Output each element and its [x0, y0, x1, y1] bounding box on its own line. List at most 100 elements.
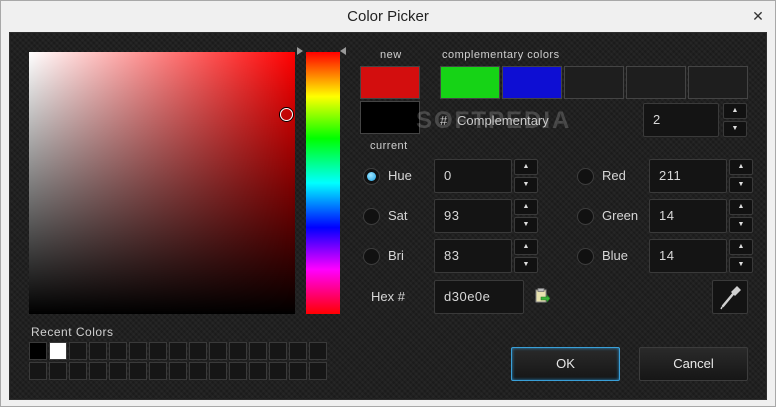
sat-label: Sat: [388, 208, 408, 223]
sat-input[interactable]: 93: [434, 199, 512, 233]
red-radio[interactable]: [577, 168, 594, 185]
recent-color-swatch[interactable]: [149, 362, 167, 380]
sat-up-arrow-icon[interactable]: ▲: [514, 199, 538, 215]
red-label: Red: [602, 168, 626, 183]
green-up-arrow-icon[interactable]: ▲: [729, 199, 753, 215]
complementary-swatch-1[interactable]: [440, 66, 500, 99]
recent-color-swatch[interactable]: [149, 342, 167, 360]
new-label: new: [380, 49, 402, 61]
recent-color-swatch[interactable]: [209, 362, 227, 380]
current-label: current: [370, 140, 408, 152]
complementary-hash: #: [440, 113, 448, 128]
blue-stepper[interactable]: ▲ ▼: [729, 239, 753, 273]
sat-radio[interactable]: [363, 208, 380, 225]
recent-color-swatch[interactable]: [69, 342, 87, 360]
complementary-count-input[interactable]: 2: [643, 103, 719, 137]
complementary-mode-selector[interactable]: # Complementary: [430, 105, 640, 137]
recent-color-swatch[interactable]: [269, 342, 287, 360]
blue-down-arrow-icon[interactable]: ▼: [729, 257, 753, 273]
hue-slider-arrow-right[interactable]: [340, 47, 346, 55]
green-radio[interactable]: [577, 208, 594, 225]
recent-color-swatch[interactable]: [309, 342, 327, 360]
recent-color-swatch[interactable]: [309, 362, 327, 380]
complementary-swatch-3[interactable]: [564, 66, 624, 99]
recent-color-swatch[interactable]: [169, 342, 187, 360]
hue-slider[interactable]: [306, 52, 340, 314]
recent-color-swatch[interactable]: [289, 362, 307, 380]
green-input[interactable]: 14: [649, 199, 727, 233]
close-icon[interactable]: ✕: [749, 7, 767, 25]
hue-label: Hue: [388, 168, 412, 183]
recent-color-swatch[interactable]: [289, 342, 307, 360]
dialog-body: new current complementary colors SOFTPED…: [9, 32, 767, 400]
recent-color-swatch[interactable]: [109, 362, 127, 380]
complementary-colors-label: complementary colors: [442, 49, 560, 61]
recent-color-swatch[interactable]: [249, 342, 267, 360]
count-down-arrow-icon[interactable]: ▼: [723, 121, 747, 137]
color-cursor[interactable]: [280, 108, 293, 121]
red-down-arrow-icon[interactable]: ▼: [729, 177, 753, 193]
complementary-swatch-5[interactable]: [688, 66, 748, 99]
new-color-swatch: [360, 66, 420, 99]
current-color-swatch[interactable]: [360, 101, 420, 134]
bri-up-arrow-icon[interactable]: ▲: [514, 239, 538, 255]
color-picker-window: Color Picker ✕ new current complementary…: [0, 0, 776, 407]
hue-slider-arrow-left[interactable]: [297, 47, 303, 55]
recent-color-swatch[interactable]: [189, 362, 207, 380]
green-down-arrow-icon[interactable]: ▼: [729, 217, 753, 233]
recent-color-swatch[interactable]: [129, 362, 147, 380]
recent-color-swatch[interactable]: [49, 342, 67, 360]
bri-stepper[interactable]: ▲ ▼: [514, 239, 538, 273]
bri-radio[interactable]: [363, 248, 380, 265]
count-up-arrow-icon[interactable]: ▲: [723, 103, 747, 119]
hex-label: Hex #: [371, 289, 405, 304]
hue-stepper[interactable]: ▲ ▼: [514, 159, 538, 193]
eyedropper-icon[interactable]: [712, 280, 748, 314]
red-input[interactable]: 211: [649, 159, 727, 193]
recent-color-swatch[interactable]: [229, 362, 247, 380]
recent-colors-grid: [29, 342, 329, 382]
sat-down-arrow-icon[interactable]: ▼: [514, 217, 538, 233]
ok-button[interactable]: OK: [511, 347, 620, 381]
complementary-swatch-2[interactable]: [502, 66, 562, 99]
recent-color-swatch[interactable]: [269, 362, 287, 380]
recent-color-swatch[interactable]: [109, 342, 127, 360]
red-stepper[interactable]: ▲ ▼: [729, 159, 753, 193]
hue-radio[interactable]: [363, 168, 380, 185]
hue-up-arrow-icon[interactable]: ▲: [514, 159, 538, 175]
recent-color-swatch[interactable]: [89, 362, 107, 380]
saturation-brightness-field[interactable]: [29, 52, 295, 314]
title-bar: Color Picker ✕: [1, 1, 775, 32]
complementary-mode-label: Complementary: [457, 113, 549, 128]
green-stepper[interactable]: ▲ ▼: [729, 199, 753, 233]
recent-color-swatch[interactable]: [209, 342, 227, 360]
recent-color-swatch[interactable]: [249, 362, 267, 380]
complementary-swatch-4[interactable]: [626, 66, 686, 99]
recent-color-swatch[interactable]: [29, 342, 47, 360]
hex-input[interactable]: d30e0e: [434, 280, 524, 314]
sat-stepper[interactable]: ▲ ▼: [514, 199, 538, 233]
window-title: Color Picker: [347, 8, 429, 25]
recent-color-swatch[interactable]: [69, 362, 87, 380]
hue-down-arrow-icon[interactable]: ▼: [514, 177, 538, 193]
bri-label: Bri: [388, 248, 404, 263]
green-label: Green: [602, 208, 639, 223]
paste-icon[interactable]: [534, 288, 551, 304]
recent-color-swatch[interactable]: [29, 362, 47, 380]
recent-color-swatch[interactable]: [229, 342, 247, 360]
bri-input[interactable]: 83: [434, 239, 512, 273]
hue-input[interactable]: 0: [434, 159, 512, 193]
recent-color-swatch[interactable]: [189, 342, 207, 360]
complementary-count-stepper[interactable]: ▲ ▼: [723, 103, 747, 137]
blue-radio[interactable]: [577, 248, 594, 265]
bri-down-arrow-icon[interactable]: ▼: [514, 257, 538, 273]
blue-input[interactable]: 14: [649, 239, 727, 273]
recent-color-swatch[interactable]: [129, 342, 147, 360]
blue-label: Blue: [602, 248, 629, 263]
cancel-button[interactable]: Cancel: [639, 347, 748, 381]
recent-color-swatch[interactable]: [89, 342, 107, 360]
recent-color-swatch[interactable]: [49, 362, 67, 380]
recent-color-swatch[interactable]: [169, 362, 187, 380]
blue-up-arrow-icon[interactable]: ▲: [729, 239, 753, 255]
red-up-arrow-icon[interactable]: ▲: [729, 159, 753, 175]
